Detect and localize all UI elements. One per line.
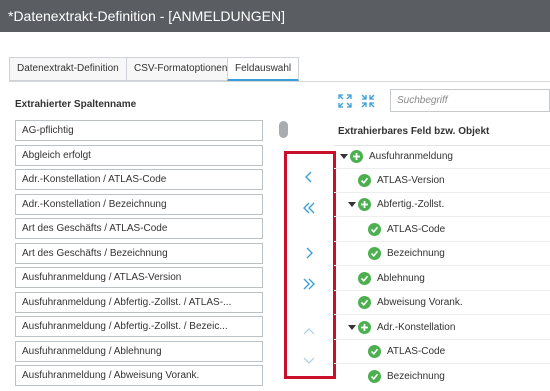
- add-icon[interactable]: [358, 197, 371, 211]
- caret-down-icon[interactable]: [348, 200, 356, 208]
- tree-node-label: Abfertig.-Zollst.: [377, 198, 445, 210]
- row-divider: [334, 192, 550, 193]
- tree-node-label: Adr.-Konstellation: [377, 321, 456, 333]
- right-panel-header: Extrahierbares Feld bzw. Objekt: [338, 126, 490, 137]
- column-item[interactable]: Art des Geschäfts / Bezeichnung: [15, 243, 263, 264]
- column-item[interactable]: Ausfuhranmeldung / ATLAS-Version: [15, 267, 263, 288]
- collapse-all-icon[interactable]: [361, 94, 375, 108]
- tree-node-field[interactable]: Ablehnung: [358, 270, 425, 286]
- tree-node-label: Bezeichnung: [387, 370, 445, 382]
- right-header-divider: [334, 145, 550, 146]
- checkmark-icon: [368, 246, 381, 260]
- row-divider: [334, 290, 550, 291]
- column-item[interactable]: Ausfuhranmeldung / Abfertig.-Zollst. / A…: [15, 292, 263, 313]
- column-item[interactable]: Ausfuhranmeldung / Abweisung Vorank.: [15, 365, 263, 386]
- tree-node-field[interactable]: Abweisung Vorank.: [358, 294, 463, 310]
- checkmark-icon: [368, 222, 381, 236]
- row-divider: [334, 265, 550, 266]
- left-panel-header: Extrahierter Spaltenname: [15, 99, 137, 110]
- tree-node-label: Ausfuhranmeldung: [369, 150, 453, 162]
- column-item[interactable]: Ausfuhranmeldung / Ablehnung: [15, 341, 263, 362]
- row-divider: [334, 314, 550, 315]
- double-chevron-right-icon: [303, 278, 315, 290]
- tree-node-field[interactable]: ATLAS-Version: [358, 172, 445, 188]
- add-icon[interactable]: [358, 320, 371, 334]
- row-divider: [334, 363, 550, 364]
- checkmark-icon: [368, 369, 381, 383]
- checkmark-icon: [358, 295, 371, 309]
- tree-node-label: ATLAS-Version: [377, 174, 445, 186]
- move-left-button[interactable]: [296, 164, 322, 190]
- checkmark-icon: [358, 173, 371, 187]
- add-icon[interactable]: [350, 149, 363, 163]
- tree-node-label: ATLAS-Code: [387, 223, 446, 235]
- tree-node-label: Ablehnung: [377, 272, 425, 284]
- tree-node-field[interactable]: Bezeichnung: [368, 368, 445, 384]
- tree-node-label: Bezeichnung: [387, 247, 445, 259]
- chevron-down-icon: [303, 357, 315, 364]
- row-divider: [334, 216, 550, 217]
- tree-node-group[interactable]: Ausfuhranmeldung: [340, 148, 453, 164]
- tree-node-group[interactable]: Abfertig.-Zollst.: [348, 196, 444, 212]
- column-item[interactable]: Ausfuhranmeldung / Abfertig.-Zollst. / B…: [15, 316, 263, 337]
- search-input[interactable]: Suchbegriff: [390, 89, 550, 112]
- tree-node-field[interactable]: Bezeichnung: [368, 245, 445, 261]
- column-item[interactable]: AG-pflichtig: [15, 120, 263, 141]
- tree-node-label: ATLAS-Code: [387, 345, 446, 357]
- caret-down-icon[interactable]: [340, 152, 348, 160]
- tab-divider: [9, 81, 550, 82]
- chevron-up-icon: [303, 328, 315, 335]
- chevron-left-icon: [305, 171, 312, 183]
- checkmark-icon: [358, 271, 371, 285]
- column-item[interactable]: Abgleich erfolgt: [15, 145, 263, 166]
- move-all-left-button[interactable]: [296, 195, 322, 221]
- tree-node-group[interactable]: Adr.-Konstellation: [348, 319, 455, 335]
- tab-datenextrakt-definition[interactable]: Datenextrakt-Definition: [9, 57, 127, 81]
- move-right-button[interactable]: [296, 240, 322, 266]
- caret-down-icon[interactable]: [348, 323, 356, 331]
- chevron-right-icon: [306, 247, 313, 259]
- row-divider: [334, 241, 550, 242]
- tree-node-field[interactable]: ATLAS-Code: [368, 343, 445, 359]
- tree-node-label: Abweisung Vorank.: [377, 296, 463, 308]
- double-chevron-left-icon: [303, 202, 315, 214]
- tab-csv-formatoptionen[interactable]: CSV-Formatoptionen: [126, 57, 236, 81]
- move-down-button[interactable]: [296, 348, 322, 374]
- checkmark-icon: [368, 344, 381, 358]
- scrollbar-thumb[interactable]: [279, 121, 288, 138]
- tab-feldauswahl[interactable]: Feldauswahl: [227, 57, 300, 81]
- window-titlebar: *Datenextrakt-Definition - [ANMELDUNGEN]: [0, 0, 550, 32]
- move-all-right-button[interactable]: [296, 271, 322, 297]
- column-item[interactable]: Adr.-Konstellation / Bezeichnung: [15, 194, 263, 215]
- window-title: *Datenextrakt-Definition - [ANMELDUNGEN]: [8, 8, 285, 24]
- row-divider: [334, 168, 550, 169]
- expand-all-icon[interactable]: [338, 94, 352, 108]
- row-divider: [334, 339, 550, 340]
- column-item[interactable]: Art des Geschäfts / ATLAS-Code: [15, 218, 263, 239]
- move-up-button[interactable]: [296, 318, 322, 344]
- tree-node-field[interactable]: ATLAS-Code: [368, 221, 445, 237]
- column-item[interactable]: Adr.-Konstellation / ATLAS-Code: [15, 169, 263, 190]
